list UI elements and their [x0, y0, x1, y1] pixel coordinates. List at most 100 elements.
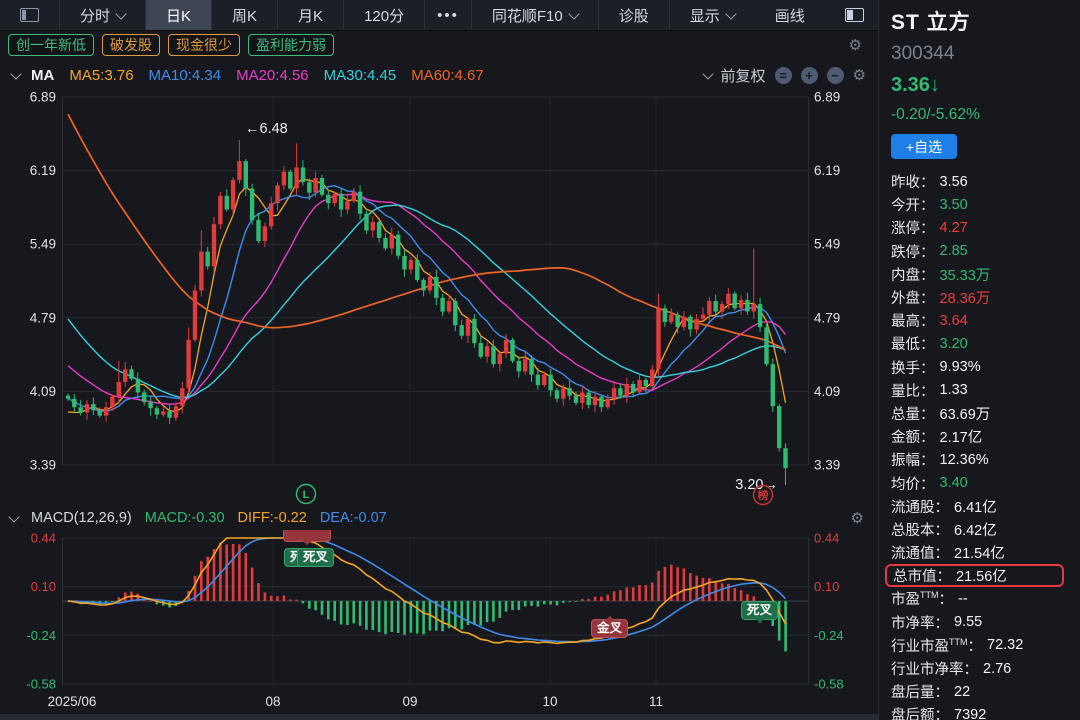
stat-label: 金额： — [891, 426, 935, 447]
macd-indicator-header: MACD(12,26,9)MACD:-0.30DIFF:-0.22DEA:-0.… — [0, 506, 878, 530]
quote-stats-list: 昨收：3.56今开：3.50涨停：4.27跌停：2.85内盘：35.33万外盘：… — [891, 170, 1072, 720]
svg-text:-0.58: -0.58 — [26, 677, 56, 692]
add-watchlist-button[interactable]: +自选 — [891, 134, 957, 159]
stat-value: 3.40 — [940, 475, 968, 491]
stat-value: 2.76 — [983, 661, 1011, 677]
stat-row: 外盘：28.36万 — [891, 286, 1072, 309]
stat-row: 最高：3.64 — [891, 309, 1072, 332]
tab-display[interactable]: 显示 — [670, 0, 755, 30]
stat-value: 4.27 — [940, 220, 968, 236]
stat-value: 12.36% — [940, 452, 989, 468]
stat-row: 昨收：3.56 — [891, 170, 1072, 193]
stat-row: 市净率： 9.55 — [891, 611, 1072, 634]
equal-button[interactable]: = — [775, 67, 792, 84]
stat-label: 盘后量： — [891, 681, 949, 702]
tab-more[interactable]: ••• — [425, 0, 472, 30]
stat-label: 总量： — [891, 403, 935, 424]
tab-label: 日K — [166, 5, 191, 26]
tab-weekly-k[interactable]: 周K — [212, 0, 278, 30]
stat-label: 涨停： — [891, 217, 935, 238]
stat-label: 跌停： — [891, 241, 935, 262]
tab-120min[interactable]: 120分 — [344, 0, 425, 30]
stat-value: 1.33 — [940, 382, 968, 398]
stat-value: 28.36万 — [940, 287, 991, 308]
stat-label: 内盘： — [891, 264, 935, 285]
stat-row: 盘后量：22 — [891, 680, 1072, 703]
stat-value: 6.41亿 — [954, 496, 997, 517]
collapse-chevron-icon[interactable] — [10, 68, 21, 79]
stat-label: 市净率： — [891, 612, 949, 633]
stat-value: 9.55 — [954, 614, 982, 630]
stat-value: 3.64 — [940, 313, 968, 329]
macd-value: MACD:-0.30 — [145, 510, 225, 526]
svg-text:5.49: 5.49 — [30, 237, 56, 252]
stat-label: 振幅： — [891, 449, 935, 470]
x-axis-label: 08 — [265, 694, 280, 709]
panel-left-icon[interactable] — [0, 0, 60, 30]
stat-value: 3.50 — [940, 197, 968, 213]
stock-tag[interactable]: 盈利能力弱 — [248, 34, 334, 56]
main-candlestick-chart[interactable]: 6.896.896.196.195.495.494.794.794.094.09… — [0, 90, 878, 506]
stock-tag-row: 创一年新低破发股现金很少盈利能力弱 ⚙ — [0, 30, 878, 60]
stat-label: 均价： — [891, 473, 935, 494]
ma-value: MA20:4.56 — [236, 67, 309, 84]
x-axis-label: 2025/06 — [48, 694, 97, 709]
tab-label: ••• — [437, 7, 459, 24]
stat-label: 昨收： — [891, 171, 935, 192]
stat-row: 总市值：21.56亿 — [885, 564, 1064, 587]
stat-row: 今开：3.50 — [891, 193, 1072, 216]
stat-label: 最低： — [891, 333, 935, 354]
tab-drawline[interactable]: 画线 — [755, 0, 825, 30]
tab-label: 诊股 — [619, 5, 649, 26]
chevron-down-icon[interactable] — [702, 68, 713, 79]
svg-text:4.79: 4.79 — [30, 310, 56, 325]
ma-value: MA30:4.45 — [324, 67, 397, 84]
ma-indicator-header: MAMA5:3.76MA10:4.34MA20:4.56MA30:4.45MA6… — [0, 60, 878, 90]
stat-row: 金额：2.17亿 — [891, 425, 1072, 448]
svg-text:-0.24: -0.24 — [26, 628, 56, 643]
chevron-down-icon — [725, 8, 736, 19]
stat-label: 量比： — [891, 380, 935, 401]
zoom-in-button[interactable]: + — [801, 67, 818, 84]
tab-label: 月K — [298, 5, 323, 26]
stock-name: ST 立方 — [891, 6, 1072, 36]
stock-tag[interactable]: 创一年新低 — [8, 34, 94, 56]
tab-daily-k[interactable]: 日K — [146, 0, 212, 30]
tab-ths-f10[interactable]: 同花顺F10 — [472, 0, 599, 30]
svg-text:6.19: 6.19 — [814, 163, 840, 178]
price-change: -0.20/-5.62% — [891, 106, 1072, 124]
stat-row: 行业市盈TTM：72.32 — [891, 634, 1072, 657]
gear-icon[interactable]: ⚙ — [853, 68, 866, 83]
quote-sidebar: ST 立方 300344 3.36↓ -0.20/-5.62% +自选 昨收：3… — [878, 0, 1080, 720]
stat-value: 63.69万 — [940, 403, 991, 424]
svg-text:0.44: 0.44 — [814, 531, 839, 546]
adjust-mode-dropdown[interactable]: 前复权 — [721, 65, 766, 86]
stat-row: 市盈TTM：-- — [891, 587, 1072, 610]
svg-text:3.39: 3.39 — [814, 458, 840, 473]
stat-row: 盘后额：7392 — [891, 703, 1072, 720]
panel-right-icon[interactable] — [825, 0, 884, 30]
stock-tag[interactable]: 破发股 — [102, 34, 160, 56]
tab-fenshi[interactable]: 分时 — [60, 0, 146, 30]
signal-label: 死叉 — [741, 601, 778, 620]
tab-zhengu[interactable]: 诊股 — [599, 0, 670, 30]
signal-label: 死叉 — [297, 548, 334, 567]
stat-row: 换手：9.93% — [891, 356, 1072, 379]
ma-value: MA10:4.34 — [149, 67, 222, 84]
last-price: 3.36↓ — [891, 74, 1072, 97]
x-axis-label: 11 — [649, 694, 663, 709]
ma-title: MA — [31, 67, 54, 84]
svg-text:0.10: 0.10 — [814, 579, 839, 594]
stat-value: 2.85 — [940, 243, 968, 259]
gear-icon[interactable]: ⚙ — [849, 38, 862, 53]
tab-label: 120分 — [364, 5, 404, 26]
zoom-out-button[interactable]: − — [827, 67, 844, 84]
stat-row: 总量：63.69万 — [891, 402, 1072, 425]
tab-monthly-k[interactable]: 月K — [278, 0, 344, 30]
collapse-chevron-icon[interactable] — [8, 511, 19, 522]
stock-code: 300344 — [891, 43, 1072, 65]
stat-value: 6.42亿 — [954, 519, 997, 540]
svg-text:4.09: 4.09 — [814, 384, 840, 399]
stock-tag[interactable]: 现金很少 — [168, 34, 240, 56]
gear-icon[interactable]: ⚙ — [851, 511, 864, 526]
